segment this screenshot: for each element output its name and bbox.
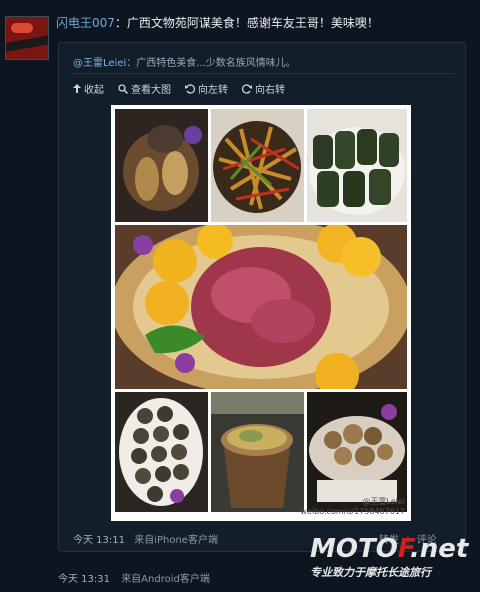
post-text: ：广西文物苑阿谋美食！感谢车友王哥！美味噢！ <box>114 16 379 30</box>
collapse-label: 收起 <box>84 85 104 96</box>
post-username[interactable]: 闪电王007 <box>56 16 115 30</box>
rotate-right-button[interactable]: 向右转 <box>242 81 285 96</box>
rotate-left-button[interactable]: 向左转 <box>185 81 228 96</box>
collage-photo-3 <box>307 109 407 222</box>
rotate-right-icon <box>242 83 252 94</box>
rotate-right-label: 向右转 <box>255 85 285 96</box>
retweet-source[interactable]: 来自iPhone客户端 <box>134 535 218 546</box>
collage-photo-1 <box>115 109 208 222</box>
logo-slogan: 专业致力于摩托长途旅行 <box>310 566 431 579</box>
motof-logo-watermark: MOTOF.net 专业致力于摩托长途旅行 <box>310 534 480 592</box>
retweet-username[interactable]: @王雷Leiei <box>73 58 126 69</box>
user-avatar[interactable] <box>5 16 49 60</box>
retweet-meta: 今天 13:11 来自iPhone客户端 <box>73 531 218 546</box>
collage-photo-center <box>115 225 407 389</box>
retweet-text: ：广西特色美食...少数名族风情味儿。 <box>126 58 296 69</box>
post-source[interactable]: 来自Android客户端 <box>121 574 210 585</box>
rotate-left-icon <box>185 83 195 94</box>
rotate-left-label: 向左转 <box>198 85 228 96</box>
collage-photo-4 <box>115 392 208 512</box>
image-toolbar: 收起 查看大图 向左转 向右转 <box>73 81 285 96</box>
retweet-timestamp[interactable]: 今天 13:11 <box>73 535 125 546</box>
image-watermark: @王雷Leiei weibo.com/u/1758467617 <box>300 497 405 517</box>
retweet-card: @王雷Leiei：广西特色美食...少数名族风情味儿。 收起 查看大图 向左转 … <box>58 42 466 552</box>
collapse-button[interactable]: 收起 <box>73 81 104 96</box>
view-large-label: 查看大图 <box>131 85 171 96</box>
arrow-up-icon <box>73 84 81 93</box>
collage-photo-6 <box>307 392 407 512</box>
collage-photo-5 <box>211 392 304 512</box>
post-timestamp[interactable]: 今天 13:31 <box>58 574 110 585</box>
watermark-handle: @王雷Leiei <box>362 497 405 506</box>
divider <box>71 73 455 74</box>
post-meta: 今天 13:31 来自Android客户端 <box>58 570 210 585</box>
food-collage-image[interactable]: @王雷Leiei weibo.com/u/1758467617 <box>111 105 411 521</box>
post-header: 闪电王007：广西文物苑阿谋美食！感谢车友王哥！美味噢！ <box>56 15 379 31</box>
collage-photo-2 <box>211 109 304 222</box>
view-large-button[interactable]: 查看大图 <box>118 81 171 96</box>
magnifier-icon <box>118 83 128 94</box>
logo-brand: MOTOF.net <box>310 534 469 564</box>
watermark-url: weibo.com/u/1758467617 <box>300 507 405 516</box>
retweet-header: @王雷Leiei：广西特色美食...少数名族风情味儿。 <box>73 54 296 69</box>
